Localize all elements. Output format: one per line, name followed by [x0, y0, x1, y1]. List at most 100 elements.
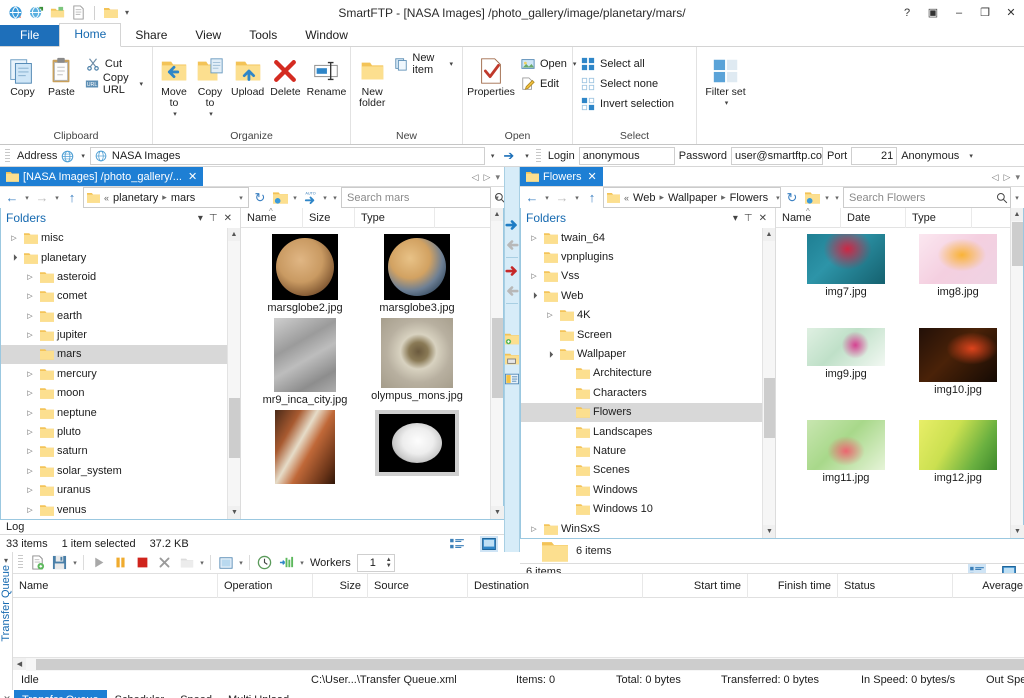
properties-button[interactable]: Properties	[467, 52, 515, 101]
right-tree-item-architecture[interactable]: Architecture	[521, 364, 775, 383]
left-tab-next-icon[interactable]: ▷	[484, 172, 491, 183]
left-crumb-caret[interactable]: ▾	[237, 194, 245, 202]
delete-left-icon[interactable]	[504, 281, 520, 300]
sync-browse-icon[interactable]	[504, 329, 520, 348]
file-item[interactable]: img7.jpg	[790, 234, 902, 298]
search-icon[interactable]	[996, 192, 1008, 204]
right-tree-close-icon[interactable]: ✕	[756, 213, 770, 224]
tq-column-source[interactable]: Source	[368, 574, 468, 598]
close-button[interactable]: ✕	[998, 0, 1024, 25]
left-tree-item-earth[interactable]: ▷earth	[1, 306, 240, 325]
new-item-caret[interactable]: ▾	[449, 60, 453, 68]
tq-column-operation[interactable]: Operation	[218, 574, 313, 598]
expand-triangle-icon[interactable]: ▷	[23, 486, 37, 494]
right-tree-item-web[interactable]: ◢Web	[521, 286, 775, 305]
right-tree-item-scenes[interactable]: Scenes	[521, 461, 775, 480]
bottom-tab-scheduler[interactable]: Scheduler	[107, 690, 173, 698]
left-search-caret[interactable]: ▾	[493, 194, 501, 202]
right-scroll-down-icon[interactable]: ▼	[1011, 525, 1024, 538]
right-search-caret[interactable]: ▾	[1013, 194, 1021, 202]
right-tree-item-flowers[interactable]: Flowers	[521, 403, 775, 422]
upload-button[interactable]: Upload	[229, 52, 266, 101]
file-item[interactable]	[361, 410, 473, 498]
file-item[interactable]: marsglobe3.jpg	[361, 234, 473, 314]
right-tree-item-screen[interactable]: Screen	[521, 325, 775, 344]
left-tree-menu-icon[interactable]: ▾	[195, 213, 206, 224]
right-tree-item-landscapes[interactable]: Landscapes	[521, 422, 775, 441]
left-search-input[interactable]	[345, 191, 491, 205]
address-protocol-caret[interactable]: ▾	[76, 152, 90, 160]
ribbon-tab-file[interactable]: File	[0, 24, 59, 47]
left-log-strip[interactable]: Log	[0, 520, 504, 534]
save-queue-caret[interactable]: ▾	[71, 559, 79, 567]
remove-icon[interactable]	[154, 553, 175, 572]
tq-column-name[interactable]: Name	[13, 574, 218, 598]
auth-mode-caret[interactable]: ▾	[965, 152, 977, 160]
tq-column-size[interactable]: Size	[313, 574, 368, 598]
expand-triangle-icon[interactable]: ▷	[23, 428, 37, 436]
right-crumb-1[interactable]: Wallpaper	[668, 192, 717, 204]
expand-triangle-icon[interactable]: ▷	[23, 409, 37, 417]
left-pane-tab-close-icon[interactable]: ✕	[188, 170, 197, 183]
bottom-close-icon[interactable]: ✕	[3, 690, 11, 698]
left-crumb-overflow[interactable]: «	[104, 193, 109, 203]
file-item[interactable]	[249, 410, 361, 498]
right-tree-item-4k[interactable]: ▷4K	[521, 306, 775, 325]
copy-button[interactable]: Copy	[4, 52, 41, 101]
tq-scroll-track[interactable]	[26, 658, 1024, 671]
schedule-icon[interactable]	[254, 553, 275, 572]
maximize-button[interactable]: ❐	[972, 0, 998, 25]
copy-url-caret[interactable]: ▾	[139, 80, 143, 88]
copy-url-button[interactable]: URL Copy URL ▾	[82, 74, 148, 94]
tq-scroll-left-icon[interactable]: ◀	[13, 660, 26, 668]
copy-to-caret[interactable]: ▾	[209, 109, 213, 120]
ribbon-tab-share[interactable]: Share	[121, 25, 181, 47]
right-crumb-overflow[interactable]: «	[624, 193, 629, 203]
left-tree-scroll-down-icon[interactable]: ▼	[228, 506, 240, 519]
right-forward-caret[interactable]: ▾	[573, 194, 581, 202]
bottom-tab-transfer-queue[interactable]: Transfer Queue	[14, 690, 107, 698]
minimize-button[interactable]: –	[946, 0, 972, 25]
left-tab-prev-icon[interactable]: ◁	[472, 172, 479, 183]
compare-folders-icon[interactable]	[504, 349, 520, 368]
speed-limit-caret[interactable]: ▾	[298, 559, 306, 567]
right-tree-item-characters[interactable]: Characters	[521, 383, 775, 402]
right-crumb-sep-0[interactable]: ▸	[659, 192, 664, 203]
left-tree-pin-icon[interactable]: ⊤	[206, 213, 221, 224]
pause-icon[interactable]	[110, 553, 131, 572]
right-pane-tab[interactable]: Flowers ✕	[520, 167, 603, 186]
go-arrow-icon[interactable]: ➔	[498, 148, 519, 164]
file-item[interactable]: img12.jpg	[902, 420, 1014, 484]
address-history-caret[interactable]: ▾	[487, 152, 499, 160]
address-input[interactable]: NASA Images	[90, 147, 485, 165]
right-tab-menu-icon[interactable]: ▾	[1015, 172, 1020, 183]
right-refresh-button[interactable]: ↻	[783, 188, 801, 208]
left-tree-scroll-thumb[interactable]	[229, 398, 240, 458]
ribbon-tab-tools[interactable]: Tools	[235, 25, 291, 47]
left-tree-item-solar-system[interactable]: ▷solar_system	[1, 461, 240, 480]
left-tree-scrollbar[interactable]: ▲▼	[227, 228, 240, 519]
reconnect-icon[interactable]	[27, 3, 46, 22]
transfer-mode-icon[interactable]	[271, 188, 289, 208]
left-tree-item-venus[interactable]: ▷venus	[1, 500, 240, 519]
left-breadcrumb[interactable]: « planetary ▸ mars ▾	[83, 187, 249, 208]
right-file-scrollbar[interactable]: ▲ ▼	[1010, 208, 1023, 538]
view-icon[interactable]	[215, 553, 236, 572]
transfer-right-icon[interactable]	[504, 215, 520, 234]
left-tree-item-jupiter[interactable]: ▷jupiter	[1, 325, 240, 344]
expand-triangle-icon[interactable]: ▷	[23, 447, 37, 455]
workers-stepper[interactable]: 1 ▲▼	[357, 554, 395, 572]
left-tree-item-moon[interactable]: ▷moon	[1, 384, 240, 403]
view-caret[interactable]: ▾	[237, 559, 245, 567]
cut-button[interactable]: Cut	[82, 54, 148, 74]
right-tab-prev-icon[interactable]: ◁	[992, 172, 999, 183]
file-item[interactable]: img9.jpg	[790, 328, 902, 396]
right-tree-pin-icon[interactable]: ⊤	[741, 213, 756, 224]
select-all-button[interactable]: Select all	[577, 54, 679, 74]
delete-right-icon[interactable]	[504, 261, 520, 280]
expand-triangle-icon[interactable]: ▷	[527, 525, 541, 533]
left-crumb-1[interactable]: mars	[171, 192, 195, 204]
right-tree-scroll-down-icon[interactable]: ▼	[763, 525, 775, 538]
left-back-button[interactable]: ←	[3, 188, 21, 208]
bottom-tab-multi-upload[interactable]: Multi Upload	[220, 690, 297, 698]
